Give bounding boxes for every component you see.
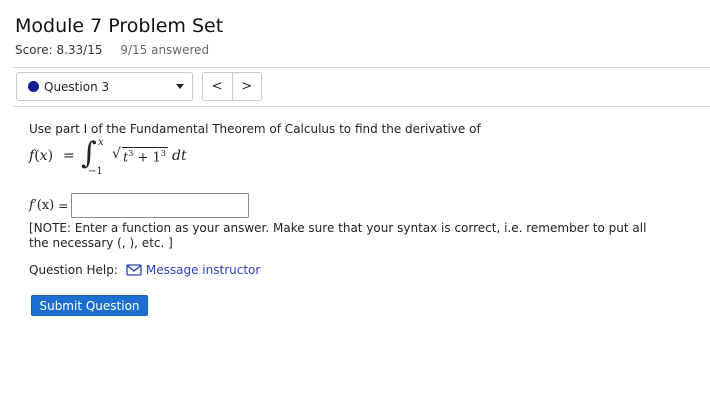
formula-var: x <box>39 148 48 164</box>
radicand: t3 + 13 <box>123 149 166 166</box>
previous-question-button[interactable]: < <box>203 73 233 100</box>
question-help: Question Help: Message instructor <box>29 263 260 277</box>
page-title: Module 7 Problem Set <box>15 15 224 37</box>
mail-icon[interactable] <box>126 264 142 276</box>
answer-note: [NOTE: Enter a function as your answer. … <box>29 221 647 250</box>
integral-lower-limit: −1 <box>88 166 103 177</box>
answer-equals: = <box>58 198 69 213</box>
formula-equals: = <box>63 148 75 164</box>
score-text: Score: 8.33/15 <box>15 43 103 57</box>
integral-upper-limit: x <box>98 137 104 148</box>
chevron-down-icon <box>176 84 184 89</box>
answer-label: f′(x) <box>29 198 55 213</box>
nav-divider <box>13 106 710 107</box>
question-select-label: Question 3 <box>44 79 110 94</box>
answered-count: 9/15 answered <box>120 43 210 57</box>
answer-row: f′(x) = <box>29 193 250 218</box>
question-select[interactable]: Question 3 <box>16 72 193 101</box>
radical-sign: √ <box>112 146 121 162</box>
answer-input[interactable] <box>71 193 250 218</box>
question-status-dot <box>28 81 39 92</box>
differential: dt <box>172 148 187 164</box>
question-prompt: Use part I of the Fundamental Theorem of… <box>29 122 481 136</box>
formula-lhs: f(x) <box>29 148 54 164</box>
submit-question-button[interactable]: Submit Question <box>31 295 148 316</box>
next-question-button[interactable]: > <box>233 73 262 100</box>
message-instructor-link[interactable]: Message instructor <box>146 263 260 277</box>
integral-formula: f(x) = ∫ x −1 √ t3 + 13 dt <box>29 136 229 180</box>
radical-bar <box>122 147 168 148</box>
header-divider <box>13 67 710 68</box>
score-summary: Score: 8.33/15 9/15 answered <box>15 43 209 57</box>
question-nav: < > <box>202 72 262 101</box>
question-help-label: Question Help: <box>29 263 118 277</box>
